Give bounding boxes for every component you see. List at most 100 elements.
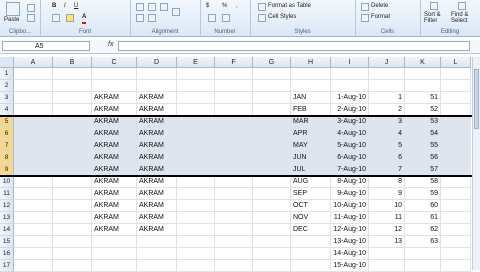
cell-g8[interactable] (253, 152, 291, 164)
cell-a10[interactable] (14, 176, 53, 188)
cell-h15[interactable] (291, 236, 331, 248)
cell-f11[interactable] (215, 188, 253, 200)
cell-a6[interactable] (14, 128, 53, 140)
row-header-16[interactable]: 16 (0, 248, 14, 260)
row-header-7[interactable]: 7 (0, 140, 14, 152)
find-select-icon[interactable] (458, 2, 466, 10)
cell-k13[interactable]: 61 (405, 212, 441, 224)
cell-b6[interactable] (53, 128, 92, 140)
cell-b10[interactable] (53, 176, 92, 188)
cell-f10[interactable] (215, 176, 253, 188)
cell-h14[interactable]: DEC (291, 224, 331, 236)
cell-f12[interactable] (215, 200, 253, 212)
vertical-scrollbar[interactable] (472, 57, 480, 270)
cell-g6[interactable] (253, 128, 291, 140)
cell-l1[interactable] (441, 68, 471, 80)
increase-decimal-icon[interactable] (208, 14, 216, 22)
cell-c10[interactable]: AKRAM (92, 176, 137, 188)
cell-a15[interactable] (14, 236, 53, 248)
cell-b16[interactable] (53, 248, 92, 260)
cell-j6[interactable]: 4 (369, 128, 405, 140)
cell-a3[interactable] (14, 92, 53, 104)
cell-h6[interactable]: APR (291, 128, 331, 140)
cell-e11[interactable] (177, 188, 215, 200)
cell-c7[interactable]: AKRAM (92, 140, 137, 152)
cell-i10[interactable]: 8-Aug-10 (331, 176, 369, 188)
cell-j13[interactable]: 11 (369, 212, 405, 224)
cell-f16[interactable] (215, 248, 253, 260)
cell-c3[interactable]: AKRAM (92, 92, 137, 104)
format-as-table-button[interactable]: Format as Table (268, 2, 311, 11)
column-header-f[interactable]: F (215, 57, 253, 68)
cell-h7[interactable]: MAY (291, 140, 331, 152)
name-box[interactable]: A5 (2, 41, 90, 51)
cell-h3[interactable]: JAN (291, 92, 331, 104)
align-center-icon[interactable] (148, 3, 156, 11)
column-header-b[interactable]: B (53, 57, 92, 68)
indent-icon[interactable] (136, 14, 144, 22)
cell-f13[interactable] (215, 212, 253, 224)
cell-h11[interactable]: SEP (291, 188, 331, 200)
cell-i8[interactable]: 6-Aug-10 (331, 152, 369, 164)
cell-d13[interactable]: AKRAM (137, 212, 177, 224)
cell-f5[interactable] (215, 116, 253, 128)
cell-b15[interactable] (53, 236, 92, 248)
cell-e16[interactable] (177, 248, 215, 260)
cell-j2[interactable] (369, 80, 405, 92)
cell-c11[interactable]: AKRAM (92, 188, 137, 200)
format-button[interactable]: Format (371, 13, 390, 22)
cell-b7[interactable] (53, 140, 92, 152)
cell-h2[interactable] (291, 80, 331, 92)
cell-j8[interactable]: 6 (369, 152, 405, 164)
cell-c14[interactable]: AKRAM (92, 224, 137, 236)
cell-b3[interactable] (53, 92, 92, 104)
cell-j10[interactable]: 8 (369, 176, 405, 188)
cell-e2[interactable] (177, 80, 215, 92)
cell-g3[interactable] (253, 92, 291, 104)
row-header-14[interactable]: 14 (0, 224, 14, 236)
cell-i12[interactable]: 10-Aug-10 (331, 200, 369, 212)
cell-c5[interactable]: AKRAM (92, 116, 137, 128)
comma-button[interactable]: , (236, 2, 238, 11)
cell-j3[interactable]: 1 (369, 92, 405, 104)
row-header-8[interactable]: 8 (0, 152, 14, 164)
paste-button[interactable]: Paste (4, 16, 19, 25)
cell-i7[interactable]: 5-Aug-10 (331, 140, 369, 152)
cell-c2[interactable] (92, 80, 137, 92)
cell-l7[interactable] (441, 140, 471, 152)
fill-color-icon[interactable] (66, 14, 74, 22)
cell-i13[interactable]: 11-Aug-10 (331, 212, 369, 224)
borders-icon[interactable] (52, 14, 60, 22)
cell-k15[interactable]: 63 (405, 236, 441, 248)
cell-j1[interactable] (369, 68, 405, 80)
cell-g7[interactable] (253, 140, 291, 152)
align-left-icon[interactable] (136, 3, 144, 11)
decrease-decimal-icon[interactable] (222, 14, 230, 22)
align-right-icon[interactable] (160, 3, 168, 11)
cell-a5[interactable] (14, 116, 53, 128)
cell-k16[interactable] (405, 248, 441, 260)
cell-h13[interactable]: NOV (291, 212, 331, 224)
row-header-5[interactable]: 5 (0, 116, 14, 128)
find-select-button[interactable]: Find & Select (451, 12, 477, 26)
worksheet-grid[interactable]: A B C D E F G H I J K L 1 2 3 AKRAM AKRAM JAN 1-Aug-10 1 51 4… (0, 57, 480, 272)
column-header-d[interactable]: D (137, 57, 177, 68)
cell-c1[interactable] (92, 68, 137, 80)
cell-c17[interactable] (92, 260, 137, 272)
cell-l16[interactable] (441, 248, 471, 260)
percent-button[interactable]: % (222, 2, 227, 11)
cell-d14[interactable]: AKRAM (137, 224, 177, 236)
cell-e7[interactable] (177, 140, 215, 152)
row-header-17[interactable]: 17 (0, 260, 14, 272)
cell-a14[interactable] (14, 224, 53, 236)
cell-b11[interactable] (53, 188, 92, 200)
cell-j5[interactable]: 3 (369, 116, 405, 128)
cell-i16[interactable]: 14-Aug-10 (331, 248, 369, 260)
cell-i1[interactable] (331, 68, 369, 80)
row-header-3[interactable]: 3 (0, 92, 14, 104)
cell-g15[interactable] (253, 236, 291, 248)
cell-j15[interactable]: 13 (369, 236, 405, 248)
cell-c13[interactable]: AKRAM (92, 212, 137, 224)
cell-e17[interactable] (177, 260, 215, 272)
cell-k1[interactable] (405, 68, 441, 80)
